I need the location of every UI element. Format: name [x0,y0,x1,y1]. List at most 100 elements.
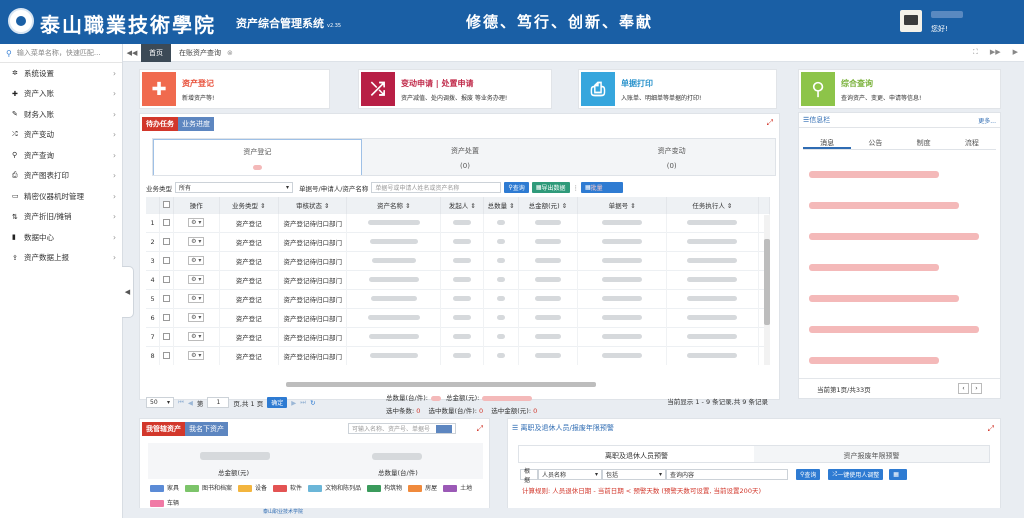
tab-home[interactable]: 首页 [141,43,171,62]
sidebar-collapse-handle[interactable]: ◀ [122,266,134,318]
page-size-select[interactable]: 50 ▾ [146,397,174,408]
asset-search-input[interactable]: 可输入名称、资产号、单据号 [348,423,456,434]
sidebar-item[interactable]: ✲ 系统设置 › [0,63,122,84]
first-page-icon[interactable]: ⏮ [178,398,184,407]
table-vertical-scrollbar[interactable] [764,215,770,365]
table-row[interactable]: 1 ⚙ ▾ 资产登记 资产登记待归口部门 [146,212,770,232]
sidebar-item[interactable]: ⇪ 资产数据上报 › [0,248,122,269]
sidebar-item[interactable]: ⎙ 资产图表打印 › [0,166,122,187]
col-header[interactable]: 资产名称 ⇕ [346,197,442,213]
refresh-icon[interactable]: ↻ [310,399,315,407]
legend-item[interactable]: 房屋 [408,482,437,495]
row-checkbox[interactable] [163,333,171,340]
notice-tab-process[interactable]: 流程 [948,134,996,149]
prev-page-icon[interactable]: ◀ [188,399,193,407]
sidebar-item[interactable]: ⚲ 资产查询 › [0,145,122,166]
col-header[interactable]: 任务执行人 ⇕ [666,197,759,213]
legend-item[interactable]: 土地 [443,482,472,495]
row-checkbox[interactable] [163,352,171,360]
notice-item-blurred[interactable] [809,263,990,273]
legend-item[interactable]: 图书和档案 [185,482,232,495]
menu-search-input[interactable]: ⚲ 输入菜单名称，快速匹配... [0,44,122,63]
expand-icon[interactable]: ⤢ [477,424,483,434]
asset-search-button[interactable] [436,424,452,433]
row-action-dropdown[interactable]: ⚙ ▾ [188,218,205,227]
row-checkbox[interactable] [163,295,171,302]
notice-item-blurred[interactable] [809,325,990,335]
tab-owned-assets[interactable]: 我名下资产 [185,422,228,436]
tab-asset-query[interactable]: 在账资产查询 ⊗ [171,44,241,62]
row-checkbox[interactable] [163,238,171,245]
sidebar-item[interactable]: ▭ 精密仪器机时管理 › [0,186,122,207]
notice-tab-messages[interactable]: 消息 [803,134,852,149]
disposal-request-link[interactable]: 处置申请 [442,79,474,88]
notice-item-blurred[interactable] [809,356,990,366]
table-row[interactable]: 2 ⚙ ▾ 资产登记 资产登记待归口部门 [146,231,770,251]
legend-item[interactable]: 构筑物 [367,482,402,495]
task-search-input[interactable]: 单据号或申请人姓名或资产名称 [371,182,502,193]
row-action-dropdown[interactable]: ⚙ ▾ [188,351,205,361]
quick-card-query[interactable]: ⚲ 综合查询 查询资产、变更、申请等信息! [798,69,1001,109]
by-field-select[interactable]: 人员名称 ▾ [538,469,602,480]
operator-select[interactable]: 包括 ▾ [602,469,666,480]
prev-page-icon[interactable]: ‹ [958,383,969,394]
legend-item[interactable]: 文物和陈列品 [308,482,361,495]
expand-icon[interactable]: ⤢ [767,118,773,128]
warning-query-button[interactable]: ⚲ 查询 [796,469,821,480]
batch-button[interactable]: ▦ 批量 [581,182,623,193]
sidebar-item[interactable]: ⤮ 资产变动 › [0,125,122,146]
quick-card-change-request[interactable]: ⤮ 变动申请 | 处置申请 资产减值、处内调拨、报废 等业务办理! [358,69,552,109]
table-row[interactable]: 5 ⚙ ▾ 资产登记 资产登记待归口部门 [146,288,770,308]
col-header[interactable]: 审核状态 ⇕ [278,197,348,213]
more-tabs-icon[interactable]: ▶ [1013,48,1018,57]
table-row[interactable]: 7 ⚙ ▾ 资产登记 资产登记待归口部门 [146,326,770,346]
tab-scroll-left-icon[interactable]: ◀◀ [123,49,141,57]
sidebar-item[interactable]: ▮ 数据中心 › [0,227,122,248]
sidebar-item[interactable]: ✎ 财务入账 › [0,104,122,125]
tab-scrap-warning[interactable]: 资产报废年限预警 [754,446,989,462]
legend-item[interactable]: 软件 [273,482,302,495]
table-horizontal-scrollbar[interactable] [286,382,596,387]
quick-card-asset-register[interactable]: ✚ 资产登记 新增资产等! [139,69,330,109]
more-link[interactable]: 更多... [978,116,996,125]
query-button[interactable]: ⚲ 查询 [504,182,529,193]
row-checkbox[interactable] [163,314,171,321]
notice-tab-announcements[interactable]: 公告 [851,134,899,149]
notice-item-blurred[interactable] [809,170,990,180]
tab-retirement-warning[interactable]: 离职及退休人员预警 [519,446,754,462]
change-request-link[interactable]: 变动申请 [401,79,433,88]
table-row[interactable]: 4 ⚙ ▾ 资产登记 资产登记待归口部门 [146,269,770,289]
row-action-dropdown[interactable]: ⚙ ▾ [188,237,205,246]
sidebar-item[interactable]: ⇅ 资产折旧/摊销 › [0,207,122,228]
business-type-select[interactable]: 所有 ▾ [175,182,293,193]
tab-todo[interactable]: 待办任务 [142,117,178,131]
next-page-icon[interactable]: ▶ [291,399,296,407]
quick-card-print[interactable]: ⎙ 单据打印 入账单、明细单等单据的打印! [578,69,777,109]
row-action-dropdown[interactable]: ⚙ ▾ [188,313,205,322]
last-page-icon[interactable]: ⏭ [300,398,306,407]
row-action-dropdown[interactable]: ⚙ ▾ [188,275,205,284]
col-header[interactable]: 总金额(元) ⇕ [518,197,579,213]
row-action-dropdown[interactable]: ⚙ ▾ [188,294,205,303]
fullscreen-icon[interactable]: ⛶ [973,48,978,57]
tab-managed-assets[interactable]: 我管辖资产 [142,422,185,436]
subtab-asset-register[interactable]: 资产登记 [153,139,362,175]
tab-scroll-right-icon[interactable]: ▶▶ [990,48,1001,57]
col-header[interactable]: 单据号 ⇕ [577,197,668,213]
notice-item-blurred[interactable] [809,232,990,242]
tab-progress[interactable]: 业务进度 [178,117,214,131]
select-all-checkbox[interactable] [163,201,171,209]
col-header[interactable]: 业务类型 ⇕ [219,197,279,213]
subtab-asset-disposal[interactable]: 资产处置 (0) [362,139,569,175]
notice-item-blurred[interactable] [809,294,990,304]
subtab-asset-change[interactable]: 资产变动 (0) [568,139,775,175]
notice-item-blurred[interactable] [809,201,990,211]
row-checkbox[interactable] [163,276,171,283]
query-content-input[interactable]: 查询内容 [666,469,788,480]
col-header[interactable]: 发起人 ⇕ [440,197,485,213]
legend-item[interactable]: 设备 [238,482,267,495]
table-row[interactable]: 8 ⚙ ▾ 资产登记 资产登记待归口部门 [146,345,770,365]
row-checkbox[interactable] [163,219,171,226]
row-action-dropdown[interactable]: ⚙ ▾ [188,332,205,341]
sidebar-item[interactable]: ✚ 资产入账 › [0,84,122,105]
